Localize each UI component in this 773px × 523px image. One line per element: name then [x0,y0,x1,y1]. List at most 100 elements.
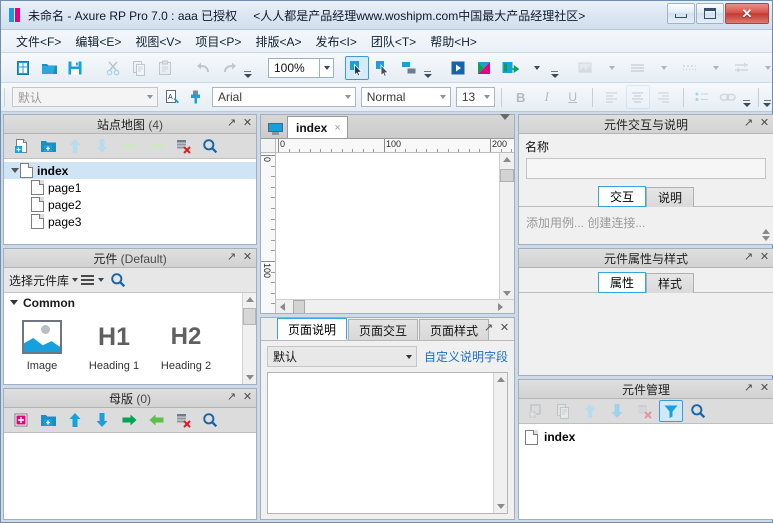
apply-style-button[interactable]: A [162,85,183,109]
widgets-scrollbar[interactable] [242,293,256,384]
add-folder-button[interactable] [36,135,60,157]
redo-button[interactable] [217,56,241,80]
format-overflow-1[interactable] [741,85,752,109]
scroll-up-icon[interactable] [503,153,512,166]
arrow-style-button[interactable] [729,56,753,80]
scroll-up-icon[interactable] [243,293,256,306]
tab-page-interactions[interactable]: 页面交互 [348,319,419,340]
select-library-label[interactable]: 选择元件库 [9,272,69,289]
format-painter-button[interactable] [186,85,207,109]
tab-page-style[interactable]: 页面样式 [419,319,490,340]
tab-properties[interactable]: 属性 [598,272,647,293]
masters-list[interactable] [4,433,256,519]
ruler-corner[interactable] [261,139,276,153]
search-button[interactable] [686,400,710,422]
delete-widget-button[interactable] [632,400,656,422]
move-up-button[interactable] [578,400,602,422]
tab-notes[interactable]: 说明 [646,187,695,207]
float-icon[interactable]: ↗ [226,116,237,130]
bold-button[interactable]: B [509,85,533,109]
move-down-button[interactable] [90,135,114,157]
tab-list-dropdown[interactable] [499,114,511,134]
canvas-tab-index[interactable]: index × [287,116,348,138]
widget-manager-list[interactable]: index [519,424,773,519]
filter-button[interactable] [659,400,684,422]
menu-file[interactable]: 文件<F> [9,31,68,52]
widget-heading1[interactable]: H1 Heading 1 [78,316,150,372]
notes-scrollbar[interactable] [493,373,508,513]
toolbar-overflow-2[interactable] [422,56,433,80]
canvas-vertical-scrollbar[interactable] [499,153,515,300]
style-effect-dropdown[interactable] [599,56,623,80]
tree-item-page3[interactable]: page3 [4,213,256,230]
scroll-thumb[interactable] [500,169,515,182]
preview-button[interactable] [446,56,470,80]
close-icon[interactable]: ✕ [499,321,510,335]
scroll-thumb[interactable] [293,299,305,313]
widgets-search-button[interactable] [110,272,126,288]
border-style-dropdown[interactable] [703,56,727,80]
menu-publish[interactable]: 发布<I> [308,31,363,52]
link-button[interactable] [716,85,740,109]
copy-button[interactable] [127,56,151,80]
scroll-thumb[interactable] [243,308,256,325]
add-page-button[interactable] [9,135,33,157]
zoom-value[interactable]: 100% [268,57,320,78]
zoom-dropdown-button[interactable] [320,57,334,78]
move-down-button[interactable] [90,409,114,431]
tab-style[interactable]: 样式 [646,273,695,293]
border-style-button[interactable] [677,56,701,80]
float-icon[interactable]: ↗ [226,250,237,264]
close-icon[interactable]: ✕ [759,250,770,264]
close-icon[interactable]: ✕ [759,116,770,130]
minimize-button[interactable] [667,3,695,24]
duplicate-widget-button[interactable] [551,400,575,422]
line-style-dropdown[interactable] [651,56,675,80]
scroll-down-icon[interactable] [243,371,256,384]
menu-project[interactable]: 项目<P> [188,31,248,52]
notes-field-select[interactable]: 默认 [267,346,417,367]
toolbar-overflow-1[interactable] [242,56,253,80]
float-icon[interactable]: ↗ [743,250,754,264]
menu-help[interactable]: 帮助<H> [423,31,484,52]
font-weight-select[interactable]: Normal [360,87,451,107]
close-icon[interactable]: ✕ [242,390,253,404]
connect-mode-button[interactable] [371,56,395,80]
undo-button[interactable] [191,56,215,80]
bullet-list-button[interactable] [690,85,714,109]
float-icon[interactable]: ↗ [483,321,494,335]
style-select[interactable]: 默认 [11,87,159,107]
open-file-button[interactable] [37,56,61,80]
italic-button[interactable]: I [535,85,559,109]
format-overflow-2[interactable] [762,85,772,109]
tab-page-notes[interactable]: 页面说明 [277,318,348,340]
new-file-button[interactable] [11,56,35,80]
close-icon[interactable]: ✕ [242,250,253,264]
menu-layout[interactable]: 排版<A> [248,31,308,52]
align-left-button[interactable] [600,85,624,109]
tree-item-page2[interactable]: page2 [4,196,256,213]
menu-view[interactable]: 视图<V> [128,31,188,52]
scroll-down-icon[interactable] [494,500,507,513]
move-down-button[interactable] [605,400,629,422]
widgets-group-common[interactable]: Common [4,293,256,312]
select-mode-button[interactable] [345,55,369,80]
relative-position-button[interactable] [397,56,421,80]
widget-image[interactable]: Image [6,316,78,372]
add-widget-button[interactable] [524,400,548,422]
tree-item-index[interactable]: index [4,162,256,179]
close-icon[interactable]: ✕ [759,381,770,395]
widget-manager-item-index[interactable]: index [519,428,773,446]
align-center-button[interactable] [625,85,650,109]
interaction-hint[interactable]: 添加用例... 创建连接... [519,207,773,231]
indent-button[interactable] [117,409,141,431]
font-family-select[interactable]: Arial [212,87,356,107]
tree-item-page1[interactable]: page1 [4,179,256,196]
add-master-button[interactable] [9,409,33,431]
close-button[interactable]: ✕ [725,3,769,24]
interaction-spinner[interactable] [762,229,771,241]
canvas-horizontal-scrollbar[interactable] [276,299,515,313]
cut-button[interactable] [101,56,125,80]
search-button[interactable] [198,135,222,157]
widget-heading2[interactable]: H2 Heading 2 [150,316,222,373]
